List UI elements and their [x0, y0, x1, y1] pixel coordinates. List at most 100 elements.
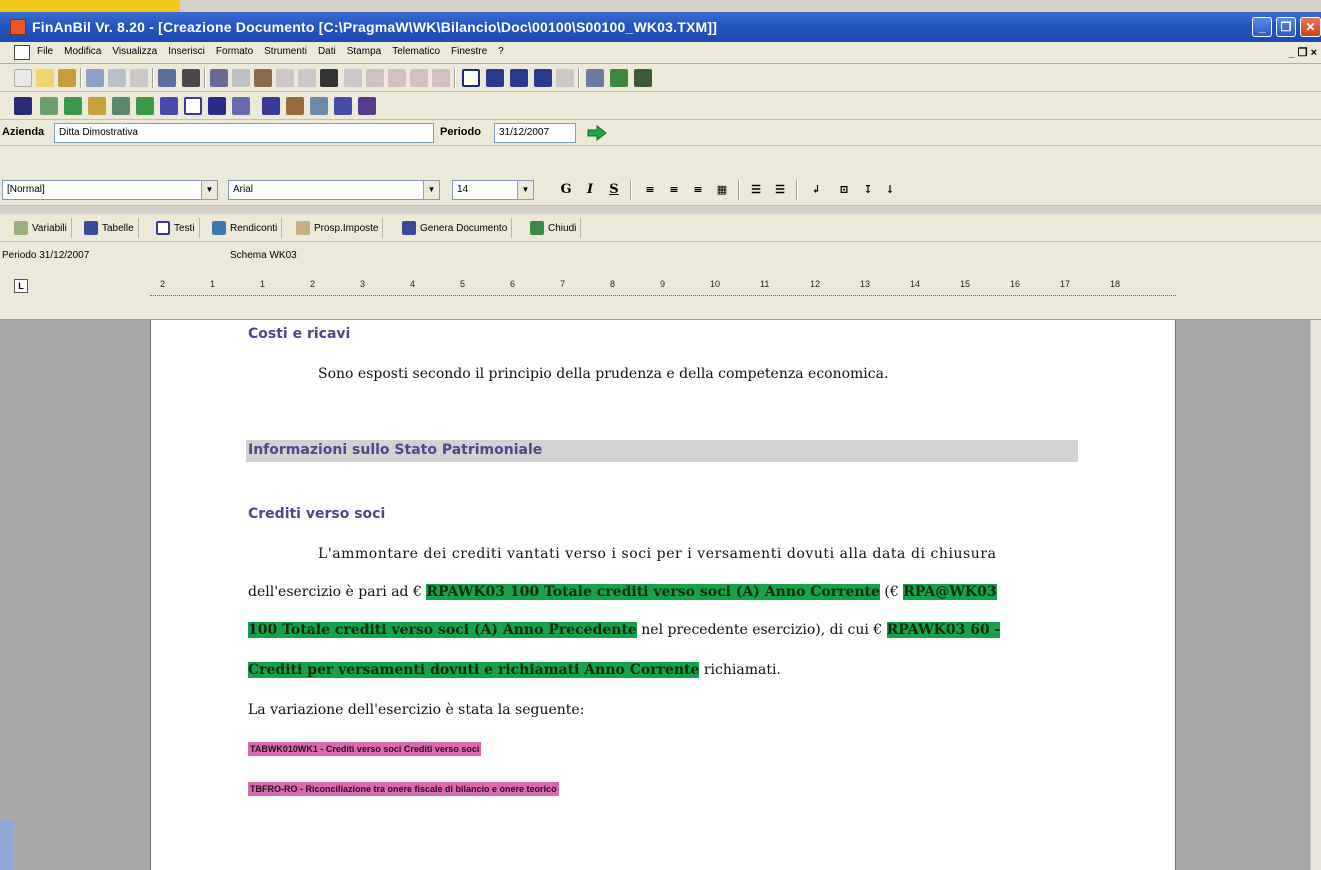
tree-icon[interactable] — [40, 97, 58, 115]
pin-icon[interactable] — [14, 97, 32, 115]
variable-rpawk03-100-precedente[interactable]: 100 Totale crediti verso soci (A) Anno P… — [248, 622, 637, 638]
insert-field-icon[interactable]: ⊡ — [834, 180, 854, 200]
paragraph-icon[interactable]: ↲ — [806, 180, 826, 200]
close-button[interactable]: ✕ — [1300, 17, 1321, 37]
window-blue-icon[interactable] — [262, 97, 280, 115]
heart-yellow-icon[interactable] — [88, 97, 106, 115]
report-icon[interactable] — [232, 97, 250, 115]
menu-item-dati[interactable]: Dati — [317, 46, 337, 57]
align-right-icon[interactable]: ≡ — [688, 180, 708, 200]
save-all-icon[interactable] — [108, 69, 126, 87]
azienda-field[interactable]: Ditta Dimostrativa — [54, 123, 434, 143]
chiudi-button[interactable]: Chiudi — [526, 218, 582, 238]
menu-item-visualizza[interactable]: Visualizza — [111, 46, 158, 57]
tools-icon[interactable] — [610, 69, 628, 87]
calendar-icon[interactable] — [334, 97, 352, 115]
periodo-field[interactable]: 31/12/2007 — [494, 123, 576, 143]
open-folder-icon[interactable] — [58, 69, 76, 87]
arrange-icon[interactable] — [556, 69, 574, 87]
maximize-button[interactable]: ❐ — [1276, 17, 1296, 37]
vertical-scrollbar[interactable] — [1310, 320, 1321, 870]
new-icon[interactable] — [14, 69, 32, 87]
genera-documento-button[interactable]: Genera Documento — [398, 218, 513, 238]
wizard-icon[interactable] — [634, 69, 652, 87]
open-icon[interactable] — [36, 69, 54, 87]
prev-record-icon[interactable] — [388, 69, 406, 87]
menu-item-stampa[interactable]: Stampa — [346, 46, 382, 57]
form-icon[interactable] — [184, 97, 202, 115]
menu-item-strumenti[interactable]: Strumenti — [263, 46, 308, 57]
settings-icon[interactable] — [586, 69, 604, 87]
table-tbfro-ro[interactable]: TBFRO-RO - Riconciliazione tra onere fis… — [248, 782, 559, 796]
menu-item-telematico[interactable]: Telematico — [391, 46, 441, 57]
undo-icon[interactable] — [276, 69, 294, 87]
print-preview-icon[interactable] — [158, 69, 176, 87]
menu-item-file[interactable]: File — [36, 46, 54, 57]
save-icon[interactable] — [86, 69, 104, 87]
menu-item-formato[interactable]: Formato — [215, 46, 254, 57]
rendiconti-button[interactable]: Rendiconti — [208, 218, 283, 238]
menu-item-inserisci[interactable]: Inserisci — [167, 46, 206, 57]
bullet-list-icon[interactable]: ☰ — [770, 180, 790, 200]
minimize-button[interactable]: _ — [1252, 17, 1272, 37]
italic-button[interactable]: I — [580, 180, 600, 200]
outdent-icon[interactable]: ↓ — [880, 180, 900, 200]
cascade-icon[interactable] — [486, 69, 504, 87]
document-icon[interactable] — [14, 45, 30, 60]
style-combo[interactable]: [Normal] ▼ — [2, 180, 218, 200]
tabelle-button[interactable]: Tabelle — [80, 218, 139, 238]
variable-rpawk03-100-corrente[interactable]: RPAWK03 100 Totale crediti verso soci (A… — [426, 584, 880, 600]
separator — [454, 68, 456, 88]
window-icon[interactable] — [462, 69, 480, 87]
archive-icon[interactable] — [358, 97, 376, 115]
variable-rpa-wk03[interactable]: RPA@WK03 — [903, 584, 997, 600]
align-center-icon[interactable]: ≡ — [664, 180, 684, 200]
print-icon[interactable] — [182, 69, 200, 87]
delete-icon[interactable] — [130, 69, 148, 87]
export-icon[interactable] — [310, 97, 328, 115]
tile-horizontal-icon[interactable] — [510, 69, 528, 87]
chevron-down-icon[interactable]: ▼ — [517, 181, 533, 199]
tile-vertical-icon[interactable] — [534, 69, 552, 87]
tab-stop-icon[interactable]: L — [14, 279, 28, 293]
table-icon[interactable] — [160, 97, 178, 115]
app-icon[interactable] — [10, 19, 26, 35]
next-record-icon[interactable] — [410, 69, 428, 87]
link-icon[interactable] — [286, 97, 304, 115]
justify-icon[interactable]: ▦ — [712, 180, 732, 200]
go-arrow-icon[interactable] — [584, 123, 610, 143]
variable-crediti-versamenti[interactable]: Crediti per versamenti dovuti e richiama… — [248, 662, 700, 678]
bold-button[interactable]: G — [556, 180, 576, 200]
indent-icon[interactable]: ↧ — [858, 180, 878, 200]
chevron-down-icon[interactable]: ▼ — [201, 181, 217, 199]
testi-button[interactable]: Testi — [152, 218, 200, 238]
heart-green-icon[interactable] — [64, 97, 82, 115]
chiudi-label: Chiudi — [548, 222, 577, 234]
table-tabwk010wk1[interactable]: TABWK010WK1 - Crediti verso soci Crediti… — [248, 742, 482, 756]
menu-item-help[interactable]: ? — [497, 46, 505, 57]
variabili-button[interactable]: Variabili — [10, 218, 72, 238]
menu-item-finestre[interactable]: Finestre — [450, 46, 488, 57]
find-icon[interactable] — [320, 69, 338, 87]
paste-icon[interactable] — [254, 69, 272, 87]
variable-rpawk03-60[interactable]: RPAWK03 60 - — [886, 622, 1001, 638]
align-left-icon[interactable]: ≡ — [640, 180, 660, 200]
redo-icon[interactable] — [298, 69, 316, 87]
cut-icon[interactable] — [210, 69, 228, 87]
first-record-icon[interactable] — [366, 69, 384, 87]
grid-icon[interactable] — [208, 97, 226, 115]
font-combo[interactable]: Arial ▼ — [228, 180, 440, 200]
copy-icon[interactable] — [232, 69, 250, 87]
menu-item-modifica[interactable]: Modifica — [63, 46, 102, 57]
sort-icon[interactable] — [344, 69, 362, 87]
horizontal-ruler[interactable]: 2 1 1 2 3 4 5 6 7 8 9 10 11 12 13 14 15 16 17 18 — [150, 279, 1176, 296]
last-record-icon[interactable] — [432, 69, 450, 87]
size-combo[interactable]: 14 ▼ — [452, 180, 534, 200]
mdi-controls[interactable]: _ ❐ × — [1288, 46, 1317, 59]
chart-icon[interactable] — [112, 97, 130, 115]
heart-icon[interactable] — [136, 97, 154, 115]
numbered-list-icon[interactable]: ☰ — [746, 180, 766, 200]
underline-button[interactable]: S — [604, 180, 624, 200]
chevron-down-icon[interactable]: ▼ — [423, 181, 439, 199]
prosp-imposte-button[interactable]: Prosp.Imposte — [292, 218, 384, 238]
